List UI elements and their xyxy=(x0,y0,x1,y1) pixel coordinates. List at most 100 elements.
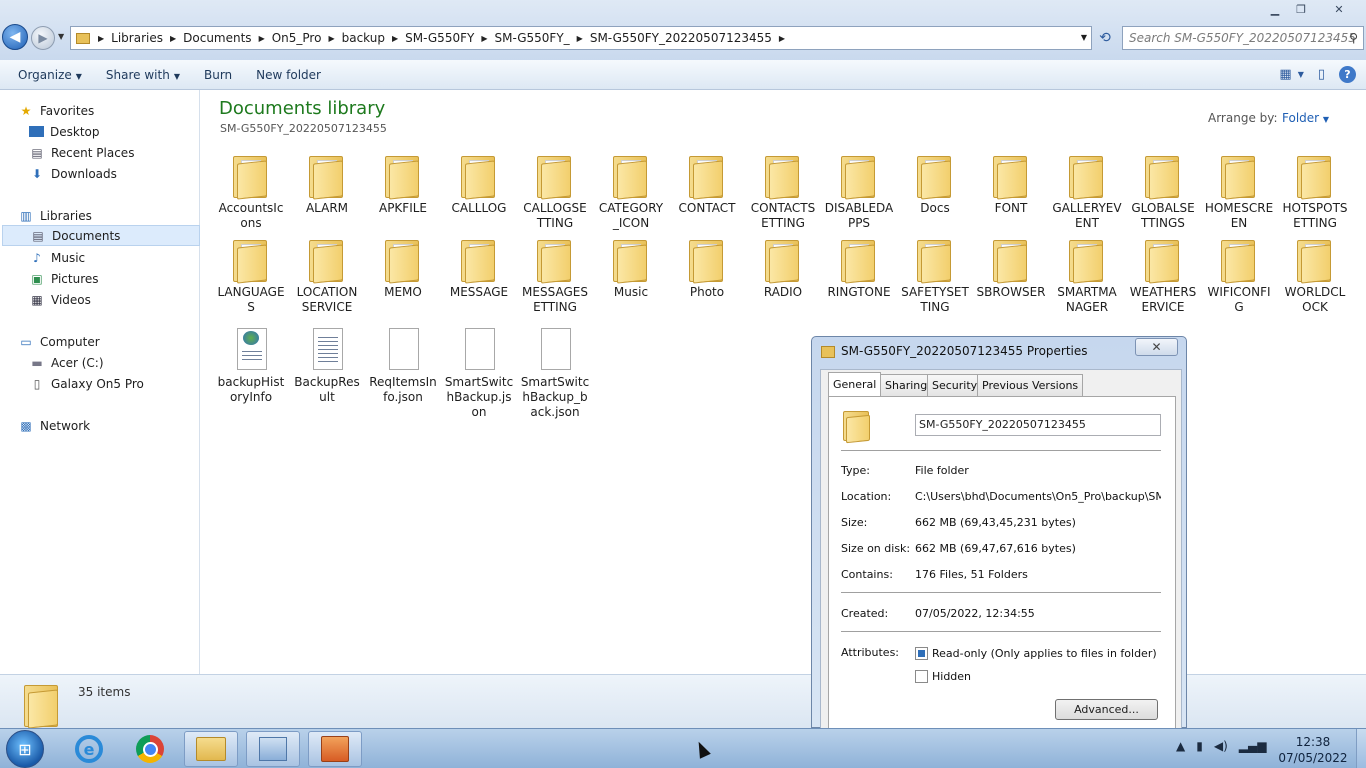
folder-item[interactable]: RADIO xyxy=(746,236,820,300)
folder-item[interactable]: WORLDCL OCK xyxy=(1278,236,1352,315)
new-folder-button[interactable]: New folder xyxy=(247,68,330,82)
file-item[interactable]: SmartSwitc hBackup.js on xyxy=(442,326,516,420)
readonly-checkbox[interactable] xyxy=(915,647,928,660)
close-window-button[interactable]: ✕ xyxy=(1326,0,1352,18)
nav-item-recent-places[interactable]: ▤ Recent Places xyxy=(29,142,227,163)
folder-item[interactable]: CATEGORY _ICON xyxy=(594,152,668,231)
nav-item-network[interactable]: ▩ Network xyxy=(18,415,216,436)
folder-item[interactable]: HOMESCRE EN xyxy=(1202,152,1276,231)
search-input[interactable]: Search SM-G550FY_20220507123455 ⚲ xyxy=(1122,26,1364,50)
chevron-right-icon[interactable]: ▶ xyxy=(168,34,178,43)
dialog-close-button[interactable]: ✕ xyxy=(1135,338,1178,356)
chevron-right-icon[interactable]: ▶ xyxy=(390,34,400,43)
folder-item[interactable]: CALLLOG xyxy=(442,152,516,216)
folder-item[interactable]: CONTACTS ETTING xyxy=(746,152,820,231)
clock[interactable]: 12:38 07/05/2022 xyxy=(1276,734,1350,766)
show-hidden-icons-icon[interactable]: ▲ xyxy=(1176,739,1185,753)
nav-item-downloads[interactable]: ⬇ Downloads xyxy=(29,163,227,184)
breadcrumb-libraries[interactable]: Libraries xyxy=(106,31,168,45)
back-button[interactable]: ◀ xyxy=(2,24,28,50)
nav-item-libraries[interactable]: ▥ Libraries xyxy=(18,205,216,226)
breadcrumb-sm-g550fy-underscore[interactable]: SM-G550FY_ xyxy=(489,31,574,45)
nav-item-galaxy-on5-pro[interactable]: ▯ Galaxy On5 Pro xyxy=(29,373,227,394)
folder-item[interactable]: CONTACT xyxy=(670,152,744,216)
burn-button[interactable]: Burn xyxy=(195,68,241,82)
chevron-right-icon[interactable]: ▶ xyxy=(777,34,787,43)
breadcrumb-on5-pro[interactable]: On5_Pro xyxy=(267,31,327,45)
tab-previous-versions[interactable]: Previous Versions xyxy=(977,374,1084,396)
share-with-menu[interactable]: Share with ▼ xyxy=(97,68,189,82)
folder-item[interactable]: SBROWSER xyxy=(974,236,1048,300)
nav-item-desktop[interactable]: Desktop xyxy=(29,121,227,142)
folder-item[interactable]: MESSAGE xyxy=(442,236,516,300)
folder-item[interactable]: APKFILE xyxy=(366,152,440,216)
hidden-checkbox[interactable] xyxy=(915,670,928,683)
volume-icon[interactable]: ◀) xyxy=(1214,739,1228,753)
taskbar-network-app[interactable] xyxy=(246,731,300,767)
network-signal-icon[interactable]: ▂▄▆ xyxy=(1239,739,1267,753)
folder-item[interactable]: WIFICONFI G xyxy=(1202,236,1276,315)
file-item[interactable]: ReqItemsIn fo.json xyxy=(366,326,440,405)
nav-item-pictures[interactable]: ▣ Pictures xyxy=(29,268,227,289)
chevron-right-icon[interactable]: ▶ xyxy=(257,34,267,43)
restore-button[interactable]: ❐ xyxy=(1288,0,1314,18)
folder-item[interactable]: FONT xyxy=(974,152,1048,216)
folder-item[interactable]: LOCATION SERVICE xyxy=(290,236,364,315)
show-desktop-button[interactable] xyxy=(1356,729,1366,768)
nav-item-videos[interactable]: ▦ Videos xyxy=(29,289,227,310)
chevron-right-icon[interactable]: ▶ xyxy=(575,34,585,43)
tab-sharing[interactable]: Sharing xyxy=(880,374,933,396)
folder-name-input[interactable]: SM-G550FY_20220507123455 xyxy=(915,414,1161,436)
nav-item-favorites[interactable]: ★ Favorites xyxy=(18,100,216,121)
breadcrumb-documents[interactable]: Documents xyxy=(178,31,256,45)
help-icon[interactable]: ? xyxy=(1339,66,1356,83)
file-item[interactable]: backupHist oryInfo xyxy=(214,326,288,405)
search-icon[interactable]: ⚲ xyxy=(1349,31,1358,45)
nav-item-music[interactable]: ♪ Music xyxy=(29,247,227,268)
tab-general[interactable]: General xyxy=(828,372,882,396)
nav-item-computer[interactable]: ▭ Computer xyxy=(18,331,216,352)
folder-item[interactable]: SAFETYSET TING xyxy=(898,236,972,315)
advanced-button[interactable]: Advanced... xyxy=(1055,699,1158,720)
nav-item-acer-c[interactable]: ▬ Acer (C:) xyxy=(29,352,227,373)
power-icon[interactable]: ▮ xyxy=(1196,739,1203,753)
breadcrumb-backup[interactable]: backup xyxy=(337,31,390,45)
forward-button[interactable]: ▶ xyxy=(31,26,55,50)
taskbar-properties-app[interactable] xyxy=(308,731,362,767)
folder-item[interactable]: LANGUAGE S xyxy=(214,236,288,315)
folder-item[interactable]: Docs xyxy=(898,152,972,216)
organize-menu[interactable]: Organize ▼ xyxy=(9,68,91,82)
breadcrumb-current-folder[interactable]: SM-G550FY_20220507123455 xyxy=(585,31,777,45)
folder-item[interactable]: CALLOGSE TTING xyxy=(518,152,592,231)
file-item[interactable]: BackupRes ult xyxy=(290,326,364,405)
folder-item[interactable]: GALLERYEV ENT xyxy=(1050,152,1124,231)
chevron-right-icon[interactable]: ▶ xyxy=(479,34,489,43)
refresh-button[interactable]: ⟲ xyxy=(1093,26,1117,50)
view-options-dropdown[interactable]: ▼ xyxy=(1298,70,1304,79)
start-button[interactable]: ⊞ xyxy=(6,730,44,768)
folder-item[interactable]: Music xyxy=(594,236,668,300)
nav-item-documents[interactable]: ▤ Documents xyxy=(2,225,200,246)
change-view-icon[interactable]: ▦ xyxy=(1279,67,1291,82)
breadcrumb-sm-g550fy[interactable]: SM-G550FY xyxy=(400,31,479,45)
folder-item[interactable]: MESSAGES ETTING xyxy=(518,236,592,315)
folder-item[interactable]: WEATHERS ERVICE xyxy=(1126,236,1200,315)
folder-item[interactable]: GLOBALSE TTINGS xyxy=(1126,152,1200,231)
address-bar[interactable]: ▶ Libraries ▶ Documents ▶ On5_Pro ▶ back… xyxy=(70,26,1092,50)
taskbar-windows-explorer[interactable] xyxy=(184,731,238,767)
file-item[interactable]: SmartSwitc hBackup_b ack.json xyxy=(518,326,592,420)
preview-pane-icon[interactable]: ▯ xyxy=(1318,67,1325,82)
taskbar-internet-explorer[interactable]: e xyxy=(62,731,116,767)
folder-item[interactable]: Photo xyxy=(670,236,744,300)
folder-item[interactable]: HOTSPOTS ETTING xyxy=(1278,152,1352,231)
folder-item[interactable]: SMARTMA NAGER xyxy=(1050,236,1124,315)
tab-security[interactable]: Security xyxy=(927,374,983,396)
folder-item[interactable]: MEMO xyxy=(366,236,440,300)
folder-item[interactable]: ALARM xyxy=(290,152,364,216)
address-history-dropdown[interactable]: ▼ xyxy=(1081,33,1087,42)
arrange-by-dropdown[interactable]: Folder ▼ xyxy=(1282,111,1329,125)
folder-item[interactable]: AccountsIc ons xyxy=(214,152,288,231)
folder-item[interactable]: DISABLEDA PPS xyxy=(822,152,896,231)
chevron-right-icon[interactable]: ▶ xyxy=(326,34,336,43)
taskbar-chrome[interactable] xyxy=(123,731,177,767)
